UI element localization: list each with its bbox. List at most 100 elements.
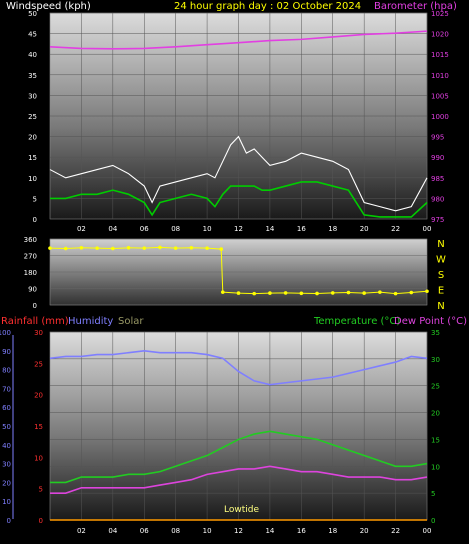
temperature-tick-label: 10: [431, 463, 440, 471]
hour-tick-label: 20: [360, 527, 369, 535]
humidity-axis-label: Humidity: [68, 316, 113, 327]
barometer-tick-label: 1005: [431, 92, 449, 100]
rainfall-tick-label: 0: [39, 517, 43, 525]
windspeed-axis-label: Windspeed (kph): [6, 1, 91, 12]
hour-tick-label: 14: [265, 225, 274, 233]
direction-tick-label: 90: [28, 286, 37, 294]
compass-label: S: [438, 270, 444, 281]
temperature-tick-label: 5: [431, 490, 435, 498]
compass-label: N: [437, 239, 444, 250]
hour-tick-label: 10: [203, 527, 212, 535]
humidity-tick-label: 30: [2, 461, 11, 469]
hour-tick-label: 12: [234, 527, 243, 535]
compass-label: E: [438, 286, 444, 297]
hour-tick-labels-top: 02 04 06 08 10 12 14 16 18 20 22 00: [77, 225, 432, 233]
rainfall-tick-label: 15: [34, 423, 43, 431]
windspeed-tick-label: 25: [28, 113, 37, 121]
hour-tick-label: 14: [265, 527, 274, 535]
windspeed-tick-labels: 0 5 10 15 20 25 30 35 40 45 50: [28, 10, 37, 224]
temperature-tick-label: 20: [431, 410, 440, 418]
hour-tick-label: 18: [328, 225, 337, 233]
hour-tick-label: 04: [108, 225, 117, 233]
dewpoint-axis-label: Dew Point (°C): [394, 316, 467, 327]
temperature-tick-label: 0: [431, 517, 435, 525]
rainfall-tick-label: 20: [34, 392, 43, 400]
compass-label: N: [437, 301, 444, 312]
direction-tick-label: 360: [24, 236, 37, 244]
barometer-tick-label: 985: [431, 175, 444, 183]
hour-tick-label: 08: [171, 527, 180, 535]
temperature-axis-label: Temperature (°C): [313, 316, 400, 327]
rainfall-tick-label: 10: [34, 454, 43, 462]
barometer-tick-label: 1020: [431, 31, 449, 39]
barometer-tick-label: 1010: [431, 72, 449, 80]
barometer-tick-label: 975: [431, 216, 444, 224]
windspeed-tick-label: 10: [28, 175, 37, 183]
windspeed-tick-label: 45: [28, 31, 37, 39]
barometer-tick-label: 1025: [431, 10, 449, 18]
direction-tick-label: 180: [24, 269, 37, 277]
barometer-tick-label: 995: [431, 134, 444, 142]
windspeed-tick-label: 20: [28, 134, 37, 142]
compass-labels: NWSEN: [436, 239, 446, 312]
hour-tick-label: 08: [171, 225, 180, 233]
barometer-tick-label: 990: [431, 154, 444, 162]
barometer-tick-label: 980: [431, 195, 444, 203]
hour-tick-label: 04: [108, 527, 117, 535]
humidity-tick-label: 100: [0, 329, 11, 337]
barometer-tick-labels: 975 980 985 990 995 1000 1005 1010 1015 1020 1025: [431, 10, 449, 224]
hour-tick-label: 18: [328, 527, 337, 535]
hour-tick-label: 06: [140, 225, 149, 233]
humidity-tick-labels: 0 10 20 30 40 50 60 70 80 90 100: [0, 329, 11, 525]
solar-axis-label: Solar: [118, 316, 144, 327]
hour-tick-label: 20: [360, 225, 369, 233]
humidity-tick-label: 70: [2, 385, 11, 393]
hour-tick-label: 02: [77, 527, 86, 535]
humidity-tick-label: 80: [2, 367, 11, 375]
hour-tick-label: 16: [297, 225, 306, 233]
chart-title: 24 hour graph day : 02 October 2024: [174, 1, 361, 12]
humidity-tick-label: 50: [2, 423, 11, 431]
hour-tick-label: 12: [234, 225, 243, 233]
direction-tick-labels: 0 90 180 270 360: [24, 236, 37, 310]
humidity-tick-label: 60: [2, 404, 11, 412]
humidity-tick-label: 10: [2, 498, 11, 506]
rainfall-tick-label: 25: [34, 360, 43, 368]
humidity-tick-label: 0: [7, 517, 11, 525]
rainfall-tick-labels: 0 5 10 15 20 25 30: [34, 329, 43, 525]
hour-tick-labels-bottom: 02 04 06 08 10 12 14 16 18 20 22 00: [77, 527, 432, 535]
windspeed-tick-label: 5: [33, 195, 37, 203]
barometer-tick-label: 1015: [431, 51, 449, 59]
hour-tick-label: 22: [391, 527, 400, 535]
hour-tick-label: 22: [391, 225, 400, 233]
temperature-tick-label: 35: [431, 329, 440, 337]
hour-tick-label: 02: [77, 225, 86, 233]
rainfall-tick-label: 30: [34, 329, 43, 337]
temperature-tick-label: 30: [431, 356, 440, 364]
windspeed-tick-label: 35: [28, 72, 37, 80]
compass-label: W: [436, 255, 446, 266]
direction-tick-label: 270: [24, 253, 37, 261]
temperature-tick-label: 25: [431, 383, 440, 391]
weather-graph: Windspeed (kph) 24 hour graph day : 02 O…: [0, 1, 467, 535]
hour-tick-label: 16: [297, 527, 306, 535]
temperature-tick-labels: 0 5 10 15 20 25 30 35: [431, 329, 440, 525]
windspeed-tick-label: 40: [28, 51, 37, 59]
hour-tick-label: 10: [203, 225, 212, 233]
humidity-tick-label: 20: [2, 479, 11, 487]
hour-tick-label: 00: [423, 225, 432, 233]
rainfall-tick-label: 5: [39, 486, 43, 494]
lowtide-annotation: Lowtide: [224, 505, 259, 515]
rainfall-axis-label: Rainfall (mm): [1, 316, 69, 327]
windspeed-tick-label: 30: [28, 92, 37, 100]
humidity-tick-label: 40: [2, 442, 11, 450]
hour-tick-label: 00: [423, 527, 432, 535]
windspeed-tick-label: 50: [28, 10, 37, 18]
humidity-tick-label: 90: [2, 348, 11, 356]
windspeed-tick-label: 0: [33, 216, 37, 224]
direction-tick-label: 0: [33, 302, 37, 310]
hour-tick-label: 06: [140, 527, 149, 535]
barometer-tick-label: 1000: [431, 113, 449, 121]
windspeed-tick-label: 15: [28, 154, 37, 162]
temperature-tick-label: 15: [431, 436, 440, 444]
